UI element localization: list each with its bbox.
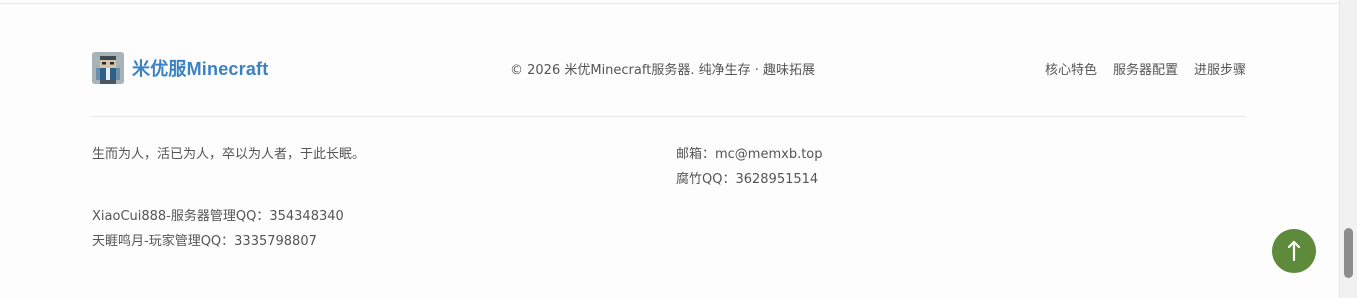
pixel-character-logo-icon: [92, 52, 124, 84]
copyright-text: © 2026 米优Minecraft服务器. 纯净生存 · 趣味拓展: [510, 63, 815, 78]
scroll-to-top-button[interactable]: [1272, 229, 1316, 273]
footer-divider: [92, 116, 1246, 117]
motto-text: 生而为人，活已为人，卒以为人者，于此长眠。: [92, 147, 366, 162]
nav-link-join-steps[interactable]: 进服步骤: [1194, 59, 1246, 78]
vertical-scrollbar[interactable]: [1339, 0, 1357, 298]
top-divider: [0, 3, 1339, 4]
owner-qq-text: 腐竹QQ：3628951514: [676, 172, 819, 187]
footer-nav: 核心特色 服务器配置 进服步骤: [1045, 59, 1246, 78]
email-text: 邮箱：mc@memxb.top: [676, 147, 823, 162]
player-admin-qq-text: 天睚鸣月-玩家管理QQ：3335798807: [92, 234, 317, 249]
arrow-up-icon: [1287, 240, 1301, 262]
server-admin-qq-text: XiaoCui888-服务器管理QQ：354348340: [92, 209, 344, 224]
nav-link-server-config[interactable]: 服务器配置: [1113, 59, 1178, 78]
footer-top-row: 米优服Minecraft © 2026 米优Minecraft服务器. 纯净生存…: [92, 52, 1246, 84]
page-viewport: 米优服Minecraft © 2026 米优Minecraft服务器. 纯净生存…: [0, 0, 1339, 298]
brand-name[interactable]: 米优服Minecraft: [132, 55, 268, 81]
scrollbar-thumb[interactable]: [1344, 228, 1353, 278]
brand[interactable]: 米优服Minecraft: [92, 52, 268, 84]
nav-link-features[interactable]: 核心特色: [1045, 59, 1097, 78]
